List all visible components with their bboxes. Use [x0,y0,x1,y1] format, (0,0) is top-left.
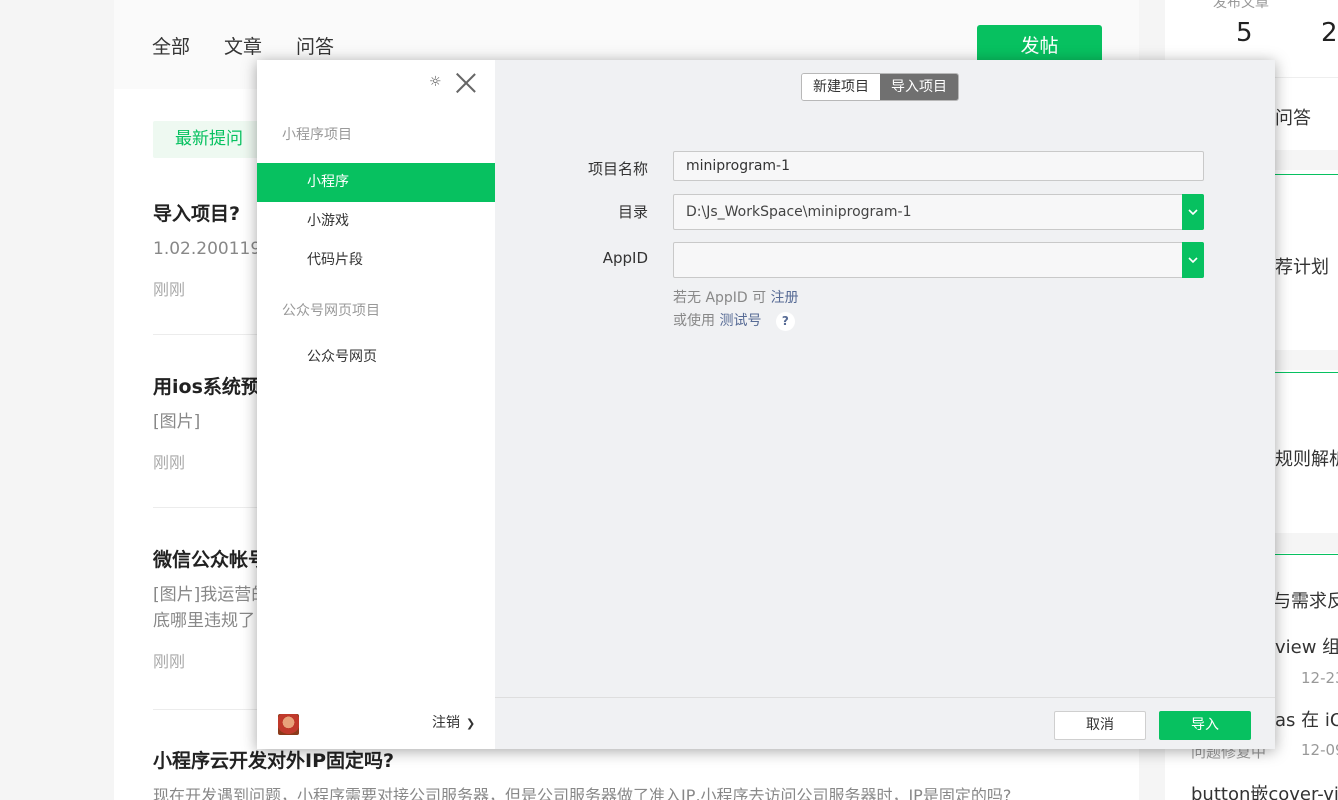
sidebar-item-code-snippet[interactable]: 代码片段 [257,241,495,280]
side-item[interactable]: view 组件 [1275,633,1338,659]
appid-hint: 若无 AppID 可 注册 [673,287,799,307]
project-mode-toggle: 新建项目 导入项目 [801,73,959,101]
project-name-label: 项目名称 [587,160,648,178]
directory-select[interactable]: D:\Js_WorkSpace\miniprogram-1 [673,194,1204,230]
tab-articles[interactable]: 文章 [224,32,262,59]
dialog-footer: 取消 导入 [495,697,1275,749]
stat-value: 5 [1236,18,1253,48]
group-label-miniprogram-projects: 小程序项目 [282,127,352,143]
sidebar-item-miniprogram[interactable]: 小程序 [257,163,495,202]
stat-label: 发布文章 [1213,0,1269,11]
side-date: 12-09 [1301,741,1338,759]
project-name-input[interactable] [673,151,1204,181]
logout-label: 注销 [432,715,460,731]
post-title[interactable]: 小程序云开发对外IP固定吗? [153,746,1113,773]
logout-button[interactable]: 注销 ❯ [432,712,475,732]
divider [1275,372,1338,373]
chevron-down-icon [1188,209,1198,215]
new-project-dialog: ☼ 小程序项目 小程序 小游戏 代码片段 公众号网页项目 公众号网页 注销 ❯ 新… [257,60,1275,749]
import-button[interactable]: 导入 [1159,711,1251,740]
directory-value: D:\Js_WorkSpace\miniprogram-1 [686,204,912,220]
divider [1275,554,1338,555]
project-form-panel: 新建项目 导入项目 项目名称 目录 D:\Js_WorkSpace\minipr… [495,60,1275,749]
side-item[interactable]: 规则解析 [1275,445,1338,471]
register-link[interactable]: 注册 [771,290,799,306]
sidebar-item-official-account-web[interactable]: 公众号网页 [257,338,495,377]
stat-value: 2 [1321,18,1338,48]
project-type-sidebar: ☼ 小程序项目 小程序 小游戏 代码片段 公众号网页项目 公众号网页 注销 ❯ [257,60,495,749]
test-account-link[interactable]: 测试号 [719,313,761,329]
filter-latest-questions[interactable]: 最新提问 [153,121,267,158]
appid-hint-text: 若无 AppID 可 [673,290,767,306]
side-item[interactable]: 荐计划 [1275,253,1329,279]
side-item[interactable]: 问答 [1275,104,1311,130]
post-excerpt: 现在开发遇到问题，小程序需要对接公司服务器，但是公司服务器做了准入IP,小程序去… [153,786,1012,800]
appid-select[interactable] [673,242,1204,278]
divider [1275,174,1338,175]
sidebar-item-minigame[interactable]: 小游戏 [257,202,495,241]
appid-dropdown-button[interactable] [1182,242,1204,278]
directory-dropdown-button[interactable] [1182,194,1204,230]
help-icon[interactable]: ? [775,311,795,331]
side-item[interactable]: as 在 iOS [1275,706,1338,732]
chevron-down-icon [1188,257,1198,263]
side-date: 12-23 [1301,669,1338,687]
close-icon[interactable] [455,72,477,94]
directory-label: 目录 [617,203,648,221]
cancel-button[interactable]: 取消 [1054,711,1146,740]
tab-qa[interactable]: 问答 [296,32,334,59]
test-account-hint-text: 或使用 [673,313,715,329]
test-account-hint: 或使用 测试号 ? [673,310,795,331]
side-item[interactable]: 与需求反 [1273,587,1338,613]
post-item[interactable]: 小程序云开发对外IP固定吗? 现在开发遇到问题，小程序需要对接公司服务器，但是公… [153,746,1113,800]
chevron-right-icon: ❯ [466,717,476,730]
side-item[interactable]: button嵌cover-view [1191,780,1338,800]
tab-import-project[interactable]: 导入项目 [880,74,958,100]
tab-all[interactable]: 全部 [152,32,190,59]
avatar[interactable] [278,714,299,735]
gear-icon[interactable]: ☼ [429,74,443,90]
group-label-official-account-projects: 公众号网页项目 [282,303,380,319]
appid-label: AppID [602,249,648,267]
tab-new-project[interactable]: 新建项目 [802,74,880,100]
